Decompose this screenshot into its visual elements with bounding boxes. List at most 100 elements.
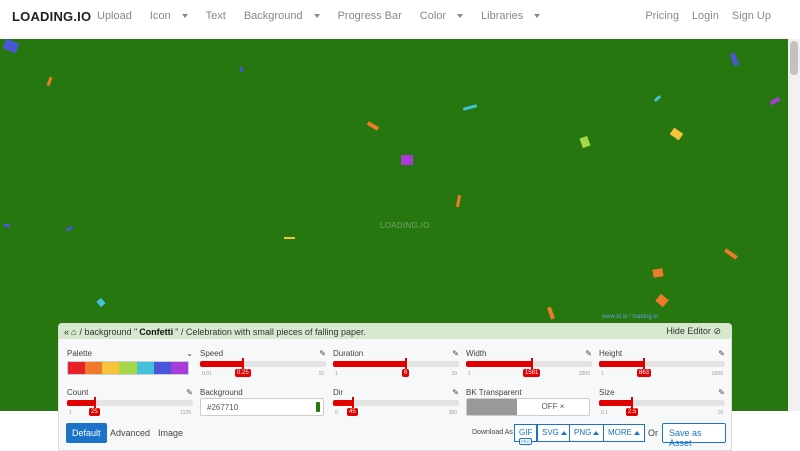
caret-down-icon xyxy=(457,14,464,19)
confetti-piece xyxy=(46,76,53,87)
height-slider[interactable] xyxy=(599,358,725,370)
tab-default[interactable]: Default xyxy=(66,423,107,443)
duration-control: Duration ✎ 1 6 10 xyxy=(333,349,459,377)
speed-slider[interactable] xyxy=(200,358,326,370)
editor-footer: Default Advanced Image Download As GIF PR… xyxy=(66,423,726,448)
background-color-value: #267710 xyxy=(207,403,239,412)
eye-off-icon: ⊘ xyxy=(713,326,721,336)
confetti-piece xyxy=(729,52,740,67)
chevrons-icon[interactable]: ⌄ xyxy=(186,349,193,358)
slider-fill xyxy=(333,361,406,367)
nav-item-progress-bar[interactable]: Progress Bar xyxy=(338,10,411,22)
download-more-button[interactable]: MORE xyxy=(603,424,645,442)
pencil-icon[interactable]: ✎ xyxy=(452,388,459,397)
download-as-label: Download As xyxy=(472,429,513,436)
slider-max: 2000 xyxy=(578,371,590,377)
stage-credit[interactable]: www.ld.io / loading.io xyxy=(602,314,658,320)
nav-item-signup[interactable]: Sign Up xyxy=(732,10,771,22)
pencil-icon[interactable]: ✎ xyxy=(718,388,725,397)
hide-editor-button[interactable]: Hide Editor ⊘ xyxy=(666,326,721,337)
download-gif-button[interactable]: GIF PRO xyxy=(514,424,537,445)
speed-label: Speed xyxy=(200,349,224,358)
download-png-button[interactable]: PNG xyxy=(569,424,605,442)
slider-max: 10 xyxy=(717,410,723,416)
nav-item-libraries[interactable]: Libraries xyxy=(481,10,549,22)
confetti-piece xyxy=(2,39,20,54)
confetti-piece xyxy=(401,155,413,165)
slider-fill xyxy=(67,400,95,406)
caret-down-icon xyxy=(181,14,188,19)
scrollbar-thumb[interactable] xyxy=(790,41,798,75)
confetti-piece xyxy=(724,248,738,260)
nav-item-label: Color xyxy=(419,10,447,22)
confetti-piece xyxy=(547,306,555,320)
size-label: Size xyxy=(599,388,615,397)
pencil-icon[interactable]: ✎ xyxy=(186,388,193,397)
nav-item-icon[interactable]: Icon xyxy=(150,10,197,22)
nav-item-label: Upload xyxy=(97,10,132,22)
breadcrumb-name: Confetti xyxy=(139,326,174,337)
slider-max: 2000 xyxy=(711,371,723,377)
save-as-asset-button[interactable]: Save as Asset xyxy=(662,423,726,448)
confetti-piece xyxy=(455,194,462,208)
pencil-icon[interactable]: ✎ xyxy=(319,349,326,358)
count-slider[interactable] xyxy=(67,397,193,409)
nav-item-label: Libraries xyxy=(481,10,524,22)
bk-transparent-toggle[interactable]: OFF × xyxy=(466,398,590,416)
top-navbar: LOADING.IO Upload Icon Text Background P… xyxy=(0,0,800,33)
pencil-icon[interactable]: ✎ xyxy=(718,349,725,358)
confetti-piece xyxy=(366,121,380,131)
tab-advanced[interactable]: Advanced xyxy=(104,423,156,443)
nav-item-upload[interactable]: Upload xyxy=(97,10,141,22)
confetti-piece xyxy=(579,135,591,149)
confetti-piece xyxy=(284,237,295,239)
background-color-input[interactable]: #267710 xyxy=(200,398,324,416)
collapse-chevron-icon[interactable]: « xyxy=(64,327,69,337)
height-control: Height ✎ 1 863 2000 xyxy=(599,349,725,377)
nav-item-background[interactable]: Background xyxy=(244,10,329,22)
slider-value: 25 xyxy=(89,408,100,416)
duration-slider[interactable] xyxy=(333,358,459,370)
dir-slider[interactable] xyxy=(333,397,459,409)
palette-label: Palette xyxy=(67,349,92,358)
nav-item-login[interactable]: Login xyxy=(692,10,719,22)
confetti-piece xyxy=(669,127,684,141)
slider-value: 6 xyxy=(402,369,410,377)
confetti-piece xyxy=(240,67,243,72)
palette-swatch xyxy=(153,362,171,374)
slider-fill xyxy=(333,400,353,406)
nav-item-color[interactable]: Color xyxy=(420,10,472,22)
breadcrumb-suffix: " / Celebration with small pieces of fal… xyxy=(175,326,366,337)
page-scrollbar[interactable] xyxy=(788,39,800,411)
palette-swatch xyxy=(85,362,103,374)
pencil-icon[interactable]: ✎ xyxy=(585,349,592,358)
format-label: PNG xyxy=(574,428,592,437)
slider-min: 0.01 xyxy=(202,371,212,377)
home-icon[interactable]: ⌂ xyxy=(71,327,76,337)
palette-swatch xyxy=(170,362,188,374)
palette-swatches[interactable] xyxy=(67,361,189,375)
pencil-icon[interactable]: ✎ xyxy=(452,349,459,358)
confetti-piece xyxy=(65,225,74,232)
slider-min: 1 xyxy=(69,410,72,416)
size-slider[interactable] xyxy=(599,397,725,409)
slider-value: 45 xyxy=(347,408,358,416)
nav-left-menu: Upload Icon Text Background Progress Bar… xyxy=(97,10,558,22)
nav-item-text[interactable]: Text xyxy=(206,10,235,22)
width-control: Width ✎ 1 1581 2000 xyxy=(466,349,592,377)
speed-control: Speed ✎ 0.01 0.25 10 xyxy=(200,349,326,377)
width-slider[interactable] xyxy=(466,358,592,370)
brand-logo[interactable]: LOADING.IO xyxy=(12,9,91,24)
tab-image[interactable]: Image xyxy=(152,423,189,443)
format-label: GIF xyxy=(519,428,533,437)
confetti-piece xyxy=(769,96,781,106)
nav-right-menu: Pricing Login Sign Up xyxy=(632,10,771,22)
background-label: Background xyxy=(200,388,243,397)
pro-badge: PRO xyxy=(519,438,532,445)
slider-value: 1581 xyxy=(523,369,541,377)
slider-min: 0 xyxy=(335,410,338,416)
color-swatch[interactable] xyxy=(316,402,320,412)
nav-item-pricing[interactable]: Pricing xyxy=(645,10,679,22)
caret-down-icon xyxy=(534,14,541,19)
download-svg-button[interactable]: SVG xyxy=(537,424,572,442)
